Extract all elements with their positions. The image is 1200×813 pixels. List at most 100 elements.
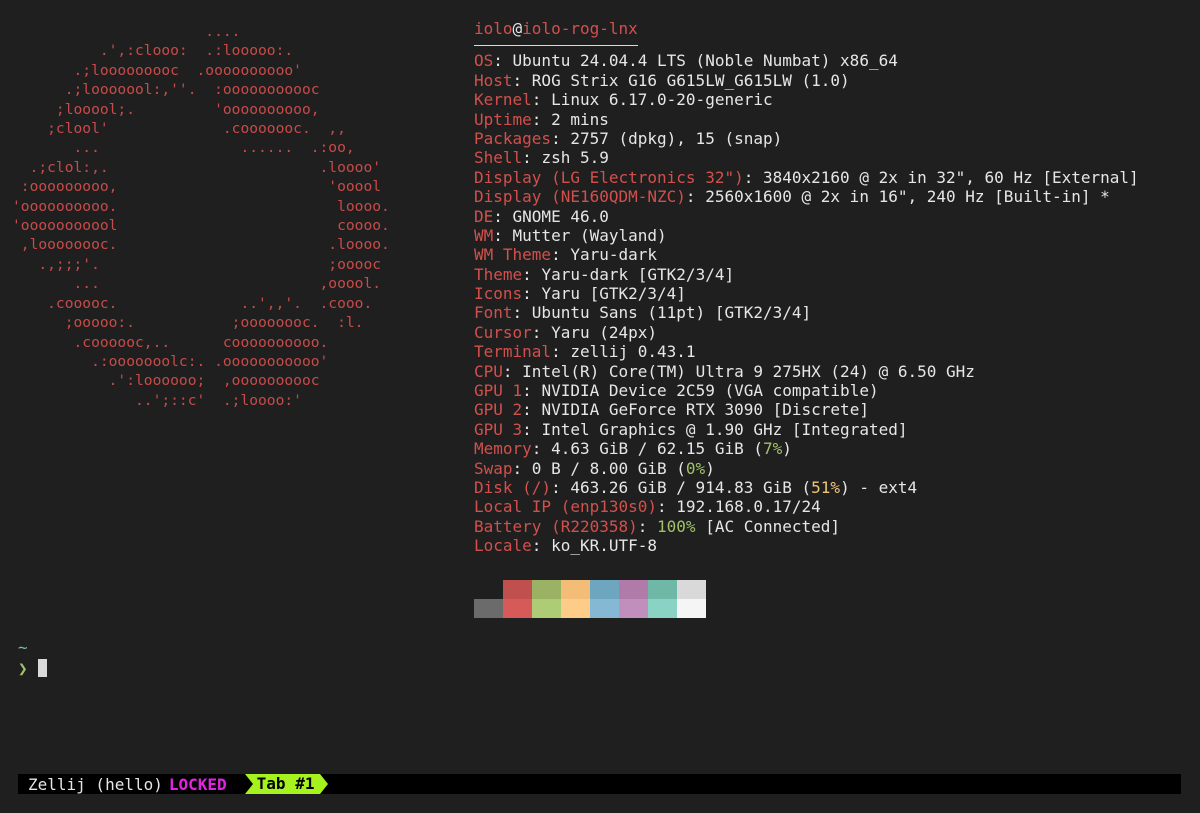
palette-swatch-normal-4 bbox=[590, 580, 619, 599]
info-row: DE: GNOME 46.0 bbox=[474, 207, 1184, 226]
info-value: Mutter (Wayland) bbox=[512, 225, 667, 245]
info-colon: : bbox=[531, 322, 552, 342]
info-row: Display (NE160QDM-NZC): 2560x1600 @ 2x i… bbox=[474, 187, 1184, 206]
info-row: OS: Ubuntu 24.04.4 LTS (Noble Numbat) x8… bbox=[474, 51, 1184, 70]
info-row: Kernel: Linux 6.17.0-20-generic bbox=[474, 90, 1184, 109]
info-key: DE bbox=[474, 206, 494, 226]
prompt-line[interactable]: ❯ bbox=[18, 657, 47, 679]
info-value: Yaru-dark bbox=[570, 245, 658, 265]
info-key: Disk (/) bbox=[474, 477, 552, 497]
info-key: Uptime bbox=[474, 109, 532, 129]
info-row: Battery (R220358): 100% [AC Connected] bbox=[474, 517, 1184, 536]
info-value: Intel(R) Core(TM) Ultra 9 275HX (24) @ 6… bbox=[522, 361, 975, 381]
info-colon: : bbox=[551, 342, 571, 362]
palette-swatch-bright-6 bbox=[648, 599, 677, 618]
info-key: WM Theme bbox=[474, 245, 552, 265]
info-row: WM: Mutter (Wayland) bbox=[474, 226, 1184, 245]
info-row: Display (LG Electronics 32"): 3840x2160 … bbox=[474, 168, 1184, 187]
info-key: Kernel bbox=[474, 90, 532, 110]
info-colon: : bbox=[522, 148, 542, 168]
tab-left-arrow-icon bbox=[244, 774, 253, 794]
at-sign: @ bbox=[512, 19, 523, 38]
info-colon: : bbox=[551, 128, 571, 148]
info-colon: : bbox=[551, 245, 571, 265]
info-row: WM Theme: Yaru-dark bbox=[474, 245, 1184, 264]
info-key: CPU bbox=[474, 361, 503, 381]
info-percent: 51% bbox=[811, 477, 841, 497]
system-info-panel: iolo@iolo-rog-lnx OS: Ubuntu 24.04.4 LTS… bbox=[474, 19, 1184, 556]
prompt-chevron-icon: ❯ bbox=[18, 658, 28, 678]
info-value: 2 mins bbox=[551, 109, 609, 129]
color-palette bbox=[474, 580, 706, 618]
info-colon: : bbox=[512, 70, 532, 90]
info-value: 2560x1600 @ 2x in 16", 240 Hz [Built-in]… bbox=[705, 187, 1110, 207]
hostname: iolo-rog-lnx bbox=[522, 19, 638, 38]
palette-swatch-normal-0 bbox=[474, 580, 503, 599]
info-value-suffix: ) bbox=[782, 439, 792, 459]
info-value: NVIDIA Device 2C59 (VGA compatible) bbox=[541, 381, 879, 401]
info-key: Font bbox=[474, 303, 513, 323]
info-value: 192.168.0.17/24 bbox=[676, 497, 821, 517]
info-value-suffix: ) bbox=[705, 458, 715, 478]
info-key: GPU 1 bbox=[474, 381, 523, 401]
info-value: 463.26 GiB / 914.83 GiB ( bbox=[570, 477, 812, 497]
tab-1[interactable]: Tab #1 bbox=[244, 774, 329, 794]
info-row: Memory: 4.63 GiB / 62.15 GiB (7%) bbox=[474, 439, 1184, 458]
info-key: Cursor bbox=[474, 322, 532, 342]
info-value: Linux 6.17.0-20-generic bbox=[551, 90, 773, 110]
info-value: Yaru-dark [GTK2/3/4] bbox=[541, 264, 735, 284]
info-colon: : bbox=[522, 400, 542, 420]
palette-swatch-bright-5 bbox=[619, 599, 648, 618]
info-row: CPU: Intel(R) Core(TM) Ultra 9 275HX (24… bbox=[474, 362, 1184, 381]
palette-swatch-normal-2 bbox=[532, 580, 561, 599]
palette-swatch-bright-3 bbox=[561, 599, 590, 618]
info-key: Display (NE160QDM-NZC) bbox=[474, 187, 686, 207]
palette-swatch-bright-1 bbox=[503, 599, 532, 618]
palette-swatch-bright-2 bbox=[532, 599, 561, 618]
info-row: Font: Ubuntu Sans (11pt) [GTK2/3/4] bbox=[474, 303, 1184, 322]
info-row: Swap: 0 B / 8.00 GiB (0%) bbox=[474, 459, 1184, 478]
zellij-status-bar: Zellij (hello) LOCKED Tab #1 bbox=[18, 774, 1181, 794]
shell-prompt[interactable]: ~ ❯ bbox=[18, 638, 47, 679]
info-value-suffix: [AC Connected] bbox=[695, 516, 841, 536]
info-key: Theme bbox=[474, 264, 523, 284]
palette-swatch-normal-7 bbox=[677, 580, 706, 599]
info-key: Swap bbox=[474, 458, 513, 478]
info-row: Host: ROG Strix G16 G615LW_G615LW (1.0) bbox=[474, 71, 1184, 90]
info-colon: : bbox=[522, 284, 542, 304]
info-colon: : bbox=[531, 536, 552, 556]
palette-swatch-normal-3 bbox=[561, 580, 590, 599]
info-percent: 0% bbox=[685, 458, 706, 478]
info-colon: : bbox=[531, 90, 552, 110]
info-colon: : bbox=[493, 206, 513, 226]
info-colon: : bbox=[522, 264, 542, 284]
info-percent: 100% bbox=[657, 516, 696, 536]
info-key: Display (LG Electronics 32") bbox=[474, 167, 744, 187]
info-row: Packages: 2757 (dpkg), 15 (snap) bbox=[474, 129, 1184, 148]
info-key: Packages bbox=[474, 128, 552, 148]
mode-indicator-locked[interactable]: LOCKED bbox=[169, 775, 233, 794]
info-row: Uptime: 2 mins bbox=[474, 110, 1184, 129]
info-key: Terminal bbox=[474, 342, 552, 362]
username: iolo bbox=[474, 19, 513, 38]
info-row: GPU 1: NVIDIA Device 2C59 (VGA compatibl… bbox=[474, 381, 1184, 400]
info-colon: : bbox=[531, 109, 552, 129]
terminal-cursor[interactable] bbox=[38, 659, 47, 677]
info-key: Battery (R220358) bbox=[474, 516, 638, 536]
tab-right-arrow-icon bbox=[320, 774, 329, 794]
info-key: Icons bbox=[474, 284, 523, 304]
info-row: Icons: Yaru [GTK2/3/4] bbox=[474, 284, 1184, 303]
info-rows: OS: Ubuntu 24.04.4 LTS (Noble Numbat) x8… bbox=[474, 51, 1184, 555]
current-directory: ~ bbox=[18, 638, 28, 657]
info-key: OS bbox=[474, 51, 494, 71]
title-separator bbox=[474, 45, 638, 47]
info-key: Local IP (enp130s0) bbox=[474, 497, 658, 517]
info-row: GPU 2: NVIDIA GeForce RTX 3090 [Discrete… bbox=[474, 400, 1184, 419]
info-row: Cursor: Yaru (24px) bbox=[474, 323, 1184, 342]
info-value: 3840x2160 @ 2x in 32", 60 Hz [External] bbox=[762, 167, 1139, 187]
palette-swatch-normal-5 bbox=[619, 580, 648, 599]
info-colon: : bbox=[493, 51, 513, 71]
palette-swatch-bright-0 bbox=[474, 599, 503, 618]
info-colon: : bbox=[743, 167, 763, 187]
info-key: Memory bbox=[474, 439, 532, 459]
